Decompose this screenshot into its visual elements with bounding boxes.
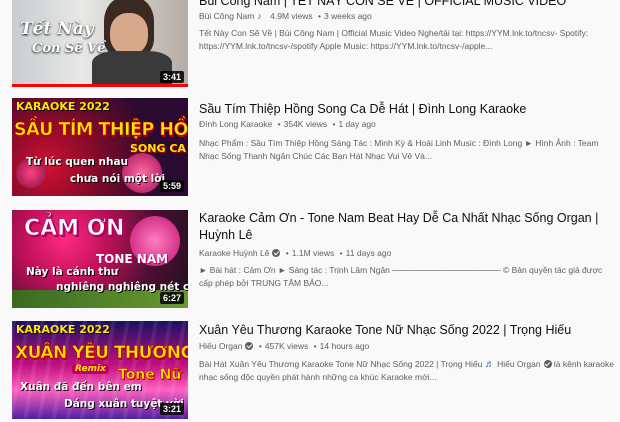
verified-check-icon	[245, 342, 254, 350]
upload-age: 1 day ago	[338, 119, 376, 129]
video-description: Tết Này Con Sẽ Về | Bùi Công Nam | Offic…	[199, 28, 589, 51]
channel-name[interactable]: Bùi Công Nam	[199, 11, 254, 21]
verified-check-icon	[543, 360, 552, 368]
view-count: 1.1M views	[291, 248, 335, 258]
video-row-2[interactable]: KARAOKE 2022 SẦU TÍM THIỆP HỒNG SONG CA …	[0, 98, 620, 198]
person-face	[110, 13, 148, 55]
thumb-text: Con Sẽ Về	[32, 41, 106, 56]
description-text: Hiếu Organ	[497, 359, 541, 369]
video-meta: Đình Long Karaoke • 354K views • 1 day ago	[199, 118, 376, 130]
channel-name[interactable]: Karaoke Huỳnh Lê	[199, 248, 269, 258]
thumb-text: TONE NAM	[96, 252, 169, 266]
upload-age: 3 weeks ago	[324, 11, 372, 21]
video-description: ► Bài hát : Cảm Ơn ► Sáng tác : Trịnh Lâ…	[199, 265, 603, 288]
video-title[interactable]: Xuân Yêu Thương Karaoke Tone Nữ Nhạc Sốn…	[199, 322, 609, 339]
duration-badge: 5:59	[159, 180, 184, 192]
upload-age: 14 hours ago	[319, 341, 370, 351]
video-meta: Bùi Công Nam ♪ 4.9M views • 3 weeks ago	[199, 10, 372, 22]
separator: •	[318, 11, 322, 21]
video-description: Bài Hát Xuân Yêu Thương Karaoke Tone Nữ …	[199, 358, 617, 384]
duration-badge: 3:41	[159, 71, 184, 83]
video-title[interactable]: Bùi Công Nam | TẾT NÀY CON SẼ VỀ | OFFIC…	[199, 0, 609, 10]
thumb-text: chưa nói một lời	[70, 173, 166, 185]
video-thumbnail-2[interactable]: KARAOKE 2022 SẦU TÍM THIỆP HỒNG SONG CA …	[12, 98, 188, 196]
music-note-icon: ♪	[257, 11, 262, 21]
video-row-1[interactable]: Tết Này Con Sẽ Về 3:41 Bùi Công Nam | TẾ…	[0, 0, 620, 87]
duration-badge: 3:21	[159, 403, 184, 415]
thumb-text: KARAOKE 2022	[16, 100, 110, 113]
separator: •	[285, 248, 289, 258]
thumb-text: CẢM ƠN	[24, 216, 125, 242]
channel-name[interactable]: Đình Long Karaoke	[199, 119, 272, 129]
thumb-text: Xuân đã đến bên em	[20, 381, 142, 393]
separator: •	[258, 341, 262, 351]
duration-badge: 6:27	[159, 292, 184, 304]
watch-progress	[12, 84, 188, 87]
thumb-text: Remix	[72, 364, 109, 374]
video-meta: Karaoke Huỳnh Lê • 1.1M views • 11 days ag…	[199, 247, 391, 259]
video-description: Nhạc Phẩm : Sầu Tím Thiệp Hồng Sáng Tác …	[199, 138, 599, 161]
video-meta: Hiếu Organ • 457K views • 14 hours ago	[199, 340, 369, 352]
thumb-text: XUÂN YÊU THƯƠNG	[15, 343, 188, 364]
thumb-text: Từ lúc quen nhau	[26, 156, 129, 168]
channel-name[interactable]: Hiếu Organ	[199, 341, 242, 351]
separator: •	[277, 119, 281, 129]
thumb-text: Tết Này	[20, 19, 94, 39]
video-thumbnail-1[interactable]: Tết Này Con Sẽ Về 3:41	[12, 0, 188, 87]
video-row-4[interactable]: KARAOKE 2022 XUÂN YÊU THƯƠNG Remix Tone …	[0, 321, 620, 422]
description-text: Bài Hát Xuân Yêu Thương Karaoke Tone Nữ …	[199, 359, 483, 369]
view-count: 354K views	[283, 119, 328, 129]
separator: •	[332, 119, 336, 129]
verified-check-icon	[272, 249, 281, 257]
view-count: 4.9M views	[270, 11, 313, 21]
view-count: 457K views	[264, 341, 309, 351]
video-thumbnail-4[interactable]: KARAOKE 2022 XUÂN YÊU THƯƠNG Remix Tone …	[12, 321, 188, 419]
separator: •	[313, 341, 317, 351]
video-title[interactable]: Karaoke Cảm Ơn - Tone Nam Beat Hay Dễ Ca…	[199, 210, 609, 244]
video-row-3[interactable]: CẢM ƠN TONE NAM Này là cánh thư nghiêng …	[0, 210, 620, 310]
upload-age: 11 days ago	[345, 248, 392, 258]
video-title[interactable]: Sầu Tím Thiệp Hồng Song Ca Dễ Hát | Đình…	[199, 101, 609, 118]
thumb-text: SONG CA	[130, 142, 186, 155]
video-thumbnail-3[interactable]: CẢM ƠN TONE NAM Này là cánh thư nghiêng …	[12, 210, 188, 308]
thumb-text: Này là cánh thư	[26, 266, 119, 278]
thumb-text: KARAOKE 2022	[16, 323, 110, 336]
music-note-icon: ♬	[484, 359, 495, 370]
thumb-text: SẦU TÍM THIỆP HỒNG	[14, 120, 188, 141]
separator: •	[339, 248, 343, 258]
